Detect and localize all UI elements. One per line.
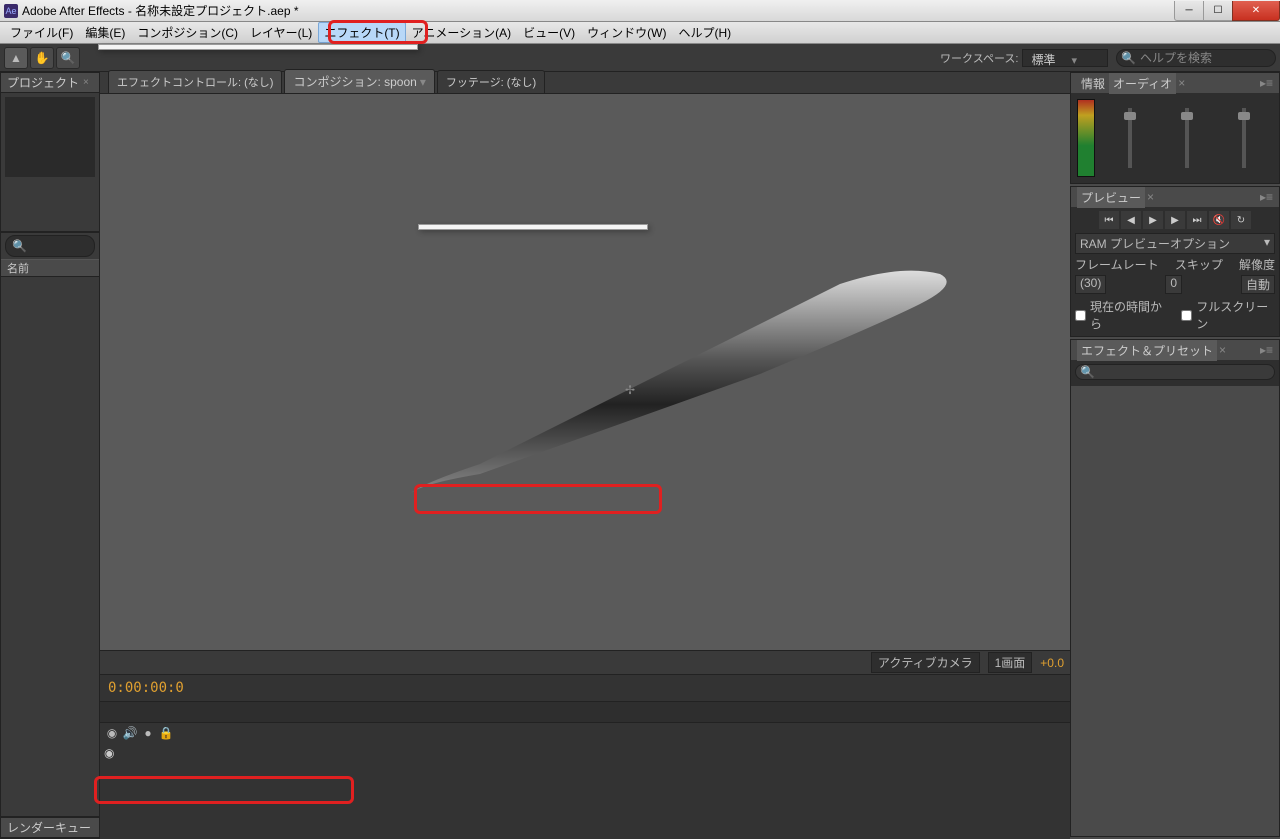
effects-presets-tab[interactable]: エフェクト＆プリセット: [1077, 340, 1217, 361]
app-icon: Ae: [4, 4, 18, 18]
menu-bar: ファイル(F)編集(E)コンポジション(C)レイヤー(L)エフェクト(T)アニメ…: [0, 22, 1280, 44]
timeline-panel: 0:00:00:0 ◉ 🔊 ● 🔒 ◉: [100, 674, 1070, 839]
color-correction-submenu: [418, 224, 648, 230]
loop-button[interactable]: ↻: [1231, 211, 1251, 229]
from-current-time-checkbox[interactable]: [1075, 310, 1086, 321]
hand-tool[interactable]: ✋: [30, 47, 54, 69]
timeline-ruler[interactable]: [100, 701, 1070, 723]
search-icon: 🔍: [1121, 51, 1136, 65]
menu-コンポジション[interactable]: コンポジション(C): [131, 22, 244, 43]
audio-tab[interactable]: オーディオ: [1109, 73, 1176, 94]
fullscreen-checkbox[interactable]: [1181, 310, 1192, 321]
close-icon[interactable]: ×: [1219, 343, 1226, 357]
close-button[interactable]: ✕: [1232, 1, 1280, 21]
minimize-button[interactable]: ─: [1174, 1, 1204, 21]
close-icon[interactable]: ×: [1147, 190, 1154, 204]
project-thumbnail: [5, 97, 95, 177]
active-camera-select[interactable]: アクティブカメラ: [871, 652, 980, 673]
next-frame-button[interactable]: ▶: [1165, 211, 1185, 229]
close-icon[interactable]: ×: [1178, 76, 1185, 90]
solo-icon[interactable]: ●: [140, 725, 156, 741]
view-layout-select[interactable]: 1画面: [988, 652, 1033, 673]
timeline-layer-row[interactable]: ◉: [100, 743, 1070, 763]
help-search[interactable]: 🔍ヘルプを検索: [1116, 49, 1276, 67]
composition-tabs: エフェクトコントロール: (なし) コンポジション: spoon ▾ フッテージ…: [100, 72, 1070, 94]
resolution-select[interactable]: 自動: [1241, 275, 1275, 294]
composition-viewer[interactable]: ✢: [100, 94, 1070, 650]
timecode[interactable]: 0:00:00:0: [108, 680, 184, 696]
mute-button[interactable]: 🔇: [1209, 211, 1229, 229]
last-frame-button[interactable]: ⏭: [1187, 211, 1207, 229]
audio-meter: [1077, 99, 1095, 177]
eye-icon[interactable]: ◉: [104, 746, 114, 760]
preview-tab[interactable]: プレビュー: [1077, 187, 1145, 208]
panel-menu-icon[interactable]: ▸≡: [1260, 76, 1273, 90]
menu-レイヤー[interactable]: レイヤー(L): [244, 22, 318, 43]
effect-menu: [98, 44, 418, 50]
project-tab[interactable]: プロジェクト: [7, 74, 79, 91]
selection-tool[interactable]: ▲: [4, 47, 28, 69]
menu-エフェクト[interactable]: エフェクト(T): [318, 22, 405, 43]
render-queue-tab[interactable]: レンダーキュー: [7, 819, 91, 836]
play-button[interactable]: ▶: [1143, 211, 1163, 229]
zoom-tool[interactable]: 🔍: [56, 47, 80, 69]
composition-tab[interactable]: コンポジション: spoon ▾: [284, 69, 434, 93]
project-search[interactable]: 🔍: [5, 235, 95, 257]
preview-panel: プレビュー× ▸≡ ⏮ ◀ ▶ ▶ ⏭ 🔇 ↻ RAM プレビューオプション▾ フ…: [1070, 186, 1280, 337]
svg-text:✢: ✢: [625, 383, 635, 397]
skip-select[interactable]: 0: [1165, 275, 1182, 294]
menu-アニメーション[interactable]: アニメーション(A): [406, 22, 518, 43]
menu-ビュー[interactable]: ビュー(V): [517, 22, 581, 43]
window-title: Adobe After Effects - 名称未設定プロジェクト.aep *: [22, 2, 1175, 19]
eye-icon[interactable]: ◉: [104, 725, 120, 741]
panel-menu-icon[interactable]: ▸≡: [1260, 190, 1273, 204]
effect-controls-tab[interactable]: エフェクトコントロール: (なし): [108, 70, 282, 93]
panel-menu-icon[interactable]: ▸≡: [1260, 343, 1273, 357]
resolution-label: 解像度: [1239, 256, 1275, 273]
ram-preview-options[interactable]: RAM プレビューオプション▾: [1075, 233, 1275, 254]
title-bar: Ae Adobe After Effects - 名称未設定プロジェクト.aep…: [0, 0, 1280, 22]
skip-label: スキップ: [1175, 256, 1223, 273]
close-icon[interactable]: ×: [83, 77, 89, 88]
menu-ファイル[interactable]: ファイル(F): [4, 22, 79, 43]
effects-presets-panel: エフェクト＆プリセット× ▸≡ 🔍: [1070, 339, 1280, 837]
prev-frame-button[interactable]: ◀: [1121, 211, 1141, 229]
project-name-header[interactable]: 名前: [1, 259, 99, 277]
info-tab[interactable]: 情報: [1077, 73, 1109, 94]
spoon-graphic: ✢: [360, 214, 960, 614]
framerate-label: フレームレート: [1075, 256, 1159, 273]
project-panel: プロジェクト ×: [0, 72, 100, 232]
viewer-controls: アクティブカメラ 1画面 +0.0: [100, 650, 1070, 674]
effects-search[interactable]: 🔍: [1075, 364, 1275, 380]
audio-slider[interactable]: [1128, 108, 1132, 168]
first-frame-button[interactable]: ⏮: [1099, 211, 1119, 229]
menu-編集[interactable]: 編集(E): [79, 22, 131, 43]
footage-tab[interactable]: フッテージ: (なし): [437, 70, 545, 93]
workspace-select[interactable]: 標準: [1022, 49, 1108, 67]
timeline-switches: ◉ 🔊 ● 🔒: [100, 723, 1070, 743]
speaker-icon[interactable]: 🔊: [122, 725, 138, 741]
lock-icon[interactable]: 🔒: [158, 725, 174, 741]
maximize-button[interactable]: ☐: [1203, 1, 1233, 21]
workspace-label: ワークスペース:: [940, 50, 1018, 66]
audio-slider[interactable]: [1242, 108, 1246, 168]
audio-slider[interactable]: [1185, 108, 1189, 168]
info-audio-panel: 情報 オーディオ × ▸≡: [1070, 72, 1280, 184]
menu-ウィンドウ[interactable]: ウィンドウ(W): [581, 22, 672, 43]
exposure-value[interactable]: +0.0: [1040, 656, 1064, 670]
menu-ヘルプ[interactable]: ヘルプ(H): [673, 22, 738, 43]
framerate-select[interactable]: (30): [1075, 275, 1106, 294]
